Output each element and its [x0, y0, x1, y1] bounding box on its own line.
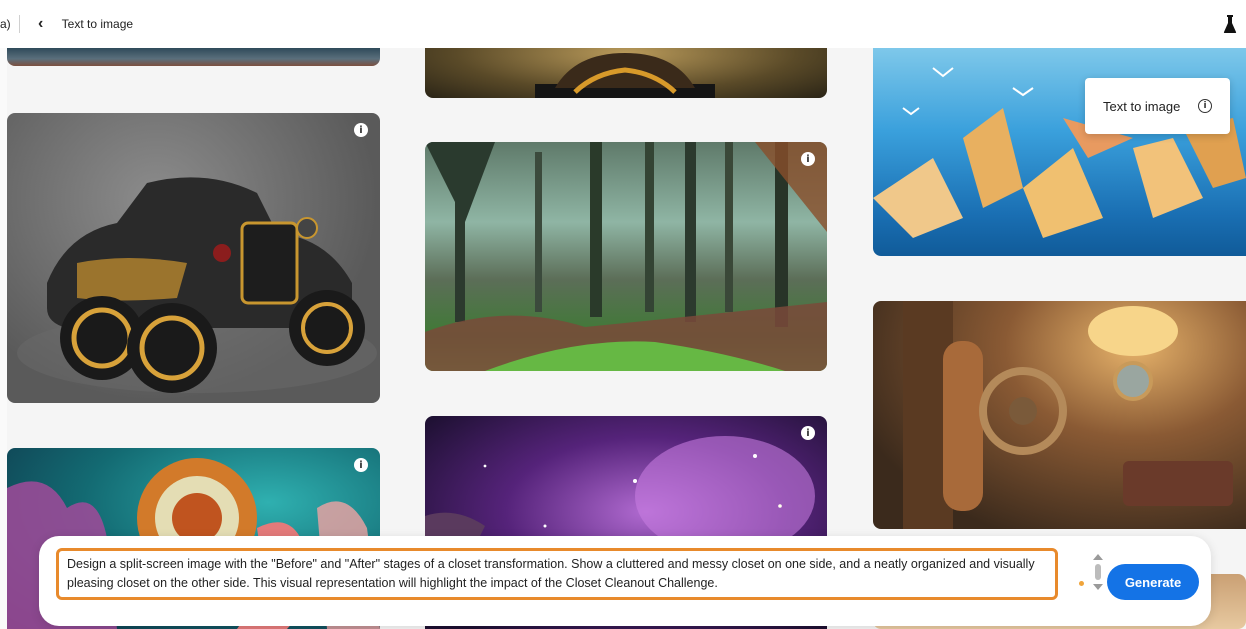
info-icon[interactable]: i — [1198, 99, 1212, 113]
top-bar: a) ‹ Text to image — [0, 0, 1246, 48]
gallery-card-misty-forest[interactable]: i — [425, 142, 827, 371]
gallery-card-figurine[interactable] — [425, 48, 827, 98]
prompt-input[interactable]: Design a split-screen image with the "Be… — [56, 548, 1058, 600]
flask-icon[interactable] — [1222, 14, 1238, 34]
gallery-card-left-1[interactable] — [7, 48, 380, 66]
page-title: Text to image — [61, 17, 134, 31]
gallery-card-steampunk-room[interactable] — [873, 301, 1246, 529]
info-icon[interactable]: i — [801, 152, 815, 166]
tooltip-label: Text to image — [1103, 98, 1181, 114]
steampunk-room-image — [903, 301, 1233, 529]
scroll-thumb[interactable] — [1095, 564, 1101, 580]
info-icon[interactable]: i — [354, 458, 368, 472]
left-edge-strip — [0, 48, 7, 629]
status-dot — [1079, 581, 1084, 586]
app-title-fragment: a) — [0, 17, 11, 31]
gallery-card-vintage-car[interactable]: i — [7, 113, 380, 403]
chevron-left-icon[interactable]: ‹ — [32, 15, 50, 33]
scroll-down-icon[interactable] — [1093, 584, 1103, 590]
generate-button[interactable]: Generate — [1107, 564, 1199, 600]
prompt-bar: Design a split-screen image with the "Be… — [39, 536, 1211, 626]
text-to-image-tooltip[interactable]: Text to image i — [1085, 78, 1230, 134]
topbar-divider — [18, 15, 20, 33]
info-icon[interactable]: i — [801, 426, 815, 440]
vintage-car-image — [17, 177, 377, 393]
figurine-image — [535, 53, 715, 98]
scroll-up-icon[interactable] — [1093, 554, 1103, 560]
misty-forest-image — [425, 142, 827, 371]
info-icon[interactable]: i — [354, 123, 368, 137]
prompt-scroll-control[interactable] — [1093, 554, 1103, 592]
